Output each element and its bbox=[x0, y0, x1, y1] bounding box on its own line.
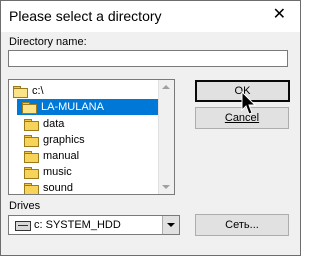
select-directory-dialog: Please select a directory ✕ Directory na… bbox=[0, 0, 301, 256]
scroll-down-icon[interactable] bbox=[162, 185, 170, 189]
tree-item-label: sound bbox=[43, 182, 73, 194]
tree-item-la-mulana[interactable]: LA-MULANA bbox=[17, 99, 165, 115]
chevron-down-icon bbox=[167, 223, 175, 227]
folder-icon bbox=[24, 119, 39, 131]
dropdown-button[interactable] bbox=[162, 216, 179, 234]
tree-item-sound[interactable]: sound bbox=[24, 180, 73, 194]
vertical-scrollbar[interactable] bbox=[158, 80, 174, 194]
tree-item-manual[interactable]: manual bbox=[24, 148, 79, 164]
tree-item-music[interactable]: music bbox=[24, 164, 72, 180]
tree-item-label: data bbox=[43, 118, 65, 130]
open-folder-icon bbox=[22, 102, 37, 114]
drives-select-value: c: SYSTEM_HDD bbox=[34, 219, 121, 231]
tree-item-label: LA-MULANA bbox=[41, 101, 104, 113]
tree-item-label: manual bbox=[43, 150, 80, 162]
tree-item-label: graphics bbox=[43, 134, 85, 146]
directory-name-input[interactable] bbox=[8, 50, 288, 67]
close-icon[interactable]: ✕ bbox=[273, 7, 286, 23]
folder-icon bbox=[24, 183, 39, 194]
folder-icon bbox=[24, 167, 39, 179]
open-folder-icon bbox=[13, 86, 28, 98]
tree-item-root[interactable]: c:\ bbox=[13, 83, 157, 99]
hard-drive-icon bbox=[15, 221, 31, 231]
network-button[interactable]: Сеть... bbox=[195, 214, 289, 236]
folder-icon bbox=[24, 135, 39, 147]
tree-item-label: c:\ bbox=[32, 85, 44, 97]
folder-icon bbox=[24, 151, 39, 163]
mouse-pointer-icon bbox=[241, 91, 257, 115]
drives-label: Drives bbox=[9, 200, 41, 212]
tree-item-data[interactable]: data bbox=[24, 116, 64, 132]
dialog-title: Please select a directory bbox=[9, 8, 162, 24]
scroll-up-icon[interactable] bbox=[162, 85, 170, 89]
tree-item-graphics[interactable]: graphics bbox=[24, 132, 85, 148]
tree-item-label: music bbox=[43, 166, 72, 178]
drives-select[interactable]: c: SYSTEM_HDD bbox=[8, 215, 180, 235]
title-bar: Please select a directory ✕ bbox=[1, 1, 300, 32]
directory-name-label: Directory name: bbox=[9, 36, 87, 48]
network-button-label: Сеть... bbox=[225, 219, 259, 231]
directory-tree-list[interactable]: c:\ LA-MULANA data graphics manual music… bbox=[8, 79, 175, 195]
